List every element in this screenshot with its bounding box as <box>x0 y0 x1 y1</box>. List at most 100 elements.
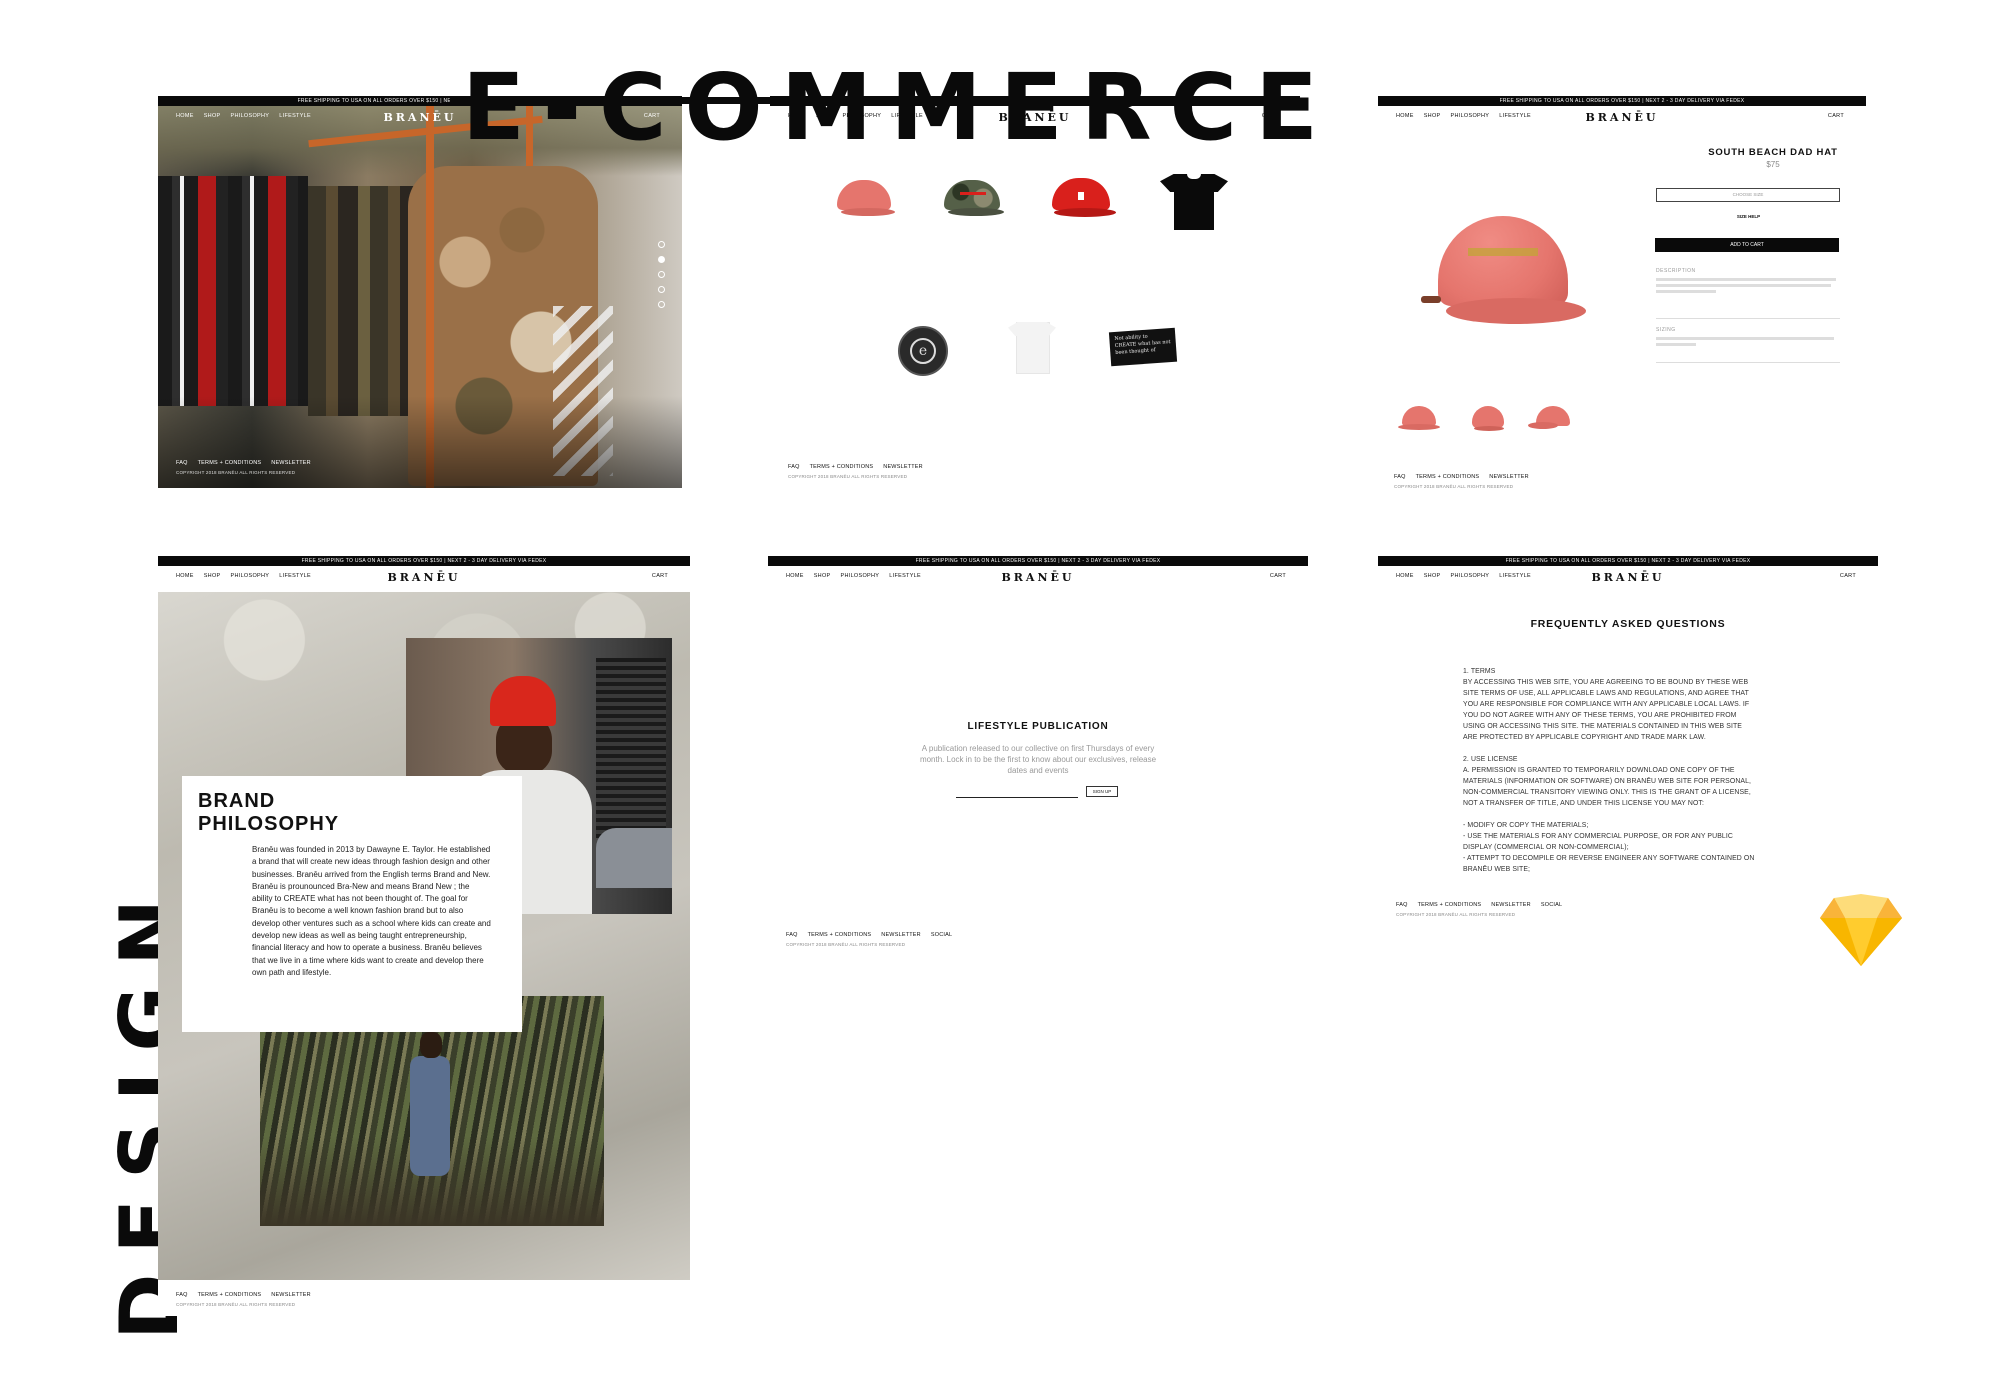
footer-faq[interactable]: FAQ <box>176 460 188 466</box>
philosophy-body: Branēu was founded in 2013 by Dawayne E.… <box>252 845 491 977</box>
faq-panel: FREE SHIPPING TO USA ON ALL ORDERS OVER … <box>1378 556 1878 926</box>
cart-link[interactable]: CART <box>1840 573 1856 579</box>
faq-copyright: COPYRIGHT 2018 BRANĒU ALL RIGHTS RESERVE… <box>1396 912 1516 917</box>
brand-logo[interactable]: BRANĒU <box>1378 111 1866 124</box>
home-copyright: COPYRIGHT 2018 BRANĒU ALL RIGHTS RESERVE… <box>176 470 296 475</box>
add-to-cart-button[interactable]: ADD TO CART <box>1655 238 1839 252</box>
carousel-dot[interactable] <box>658 256 665 263</box>
footer-faq[interactable]: FAQ <box>1394 474 1406 480</box>
footer-newsletter[interactable]: NEWSLETTER <box>1489 474 1529 480</box>
footer-terms[interactable]: TERMS + CONDITIONS <box>198 460 262 466</box>
product-main-image <box>1416 206 1596 346</box>
footer-faq[interactable]: FAQ <box>788 464 800 470</box>
shop-copyright: COPYRIGHT 2018 BRANĒU ALL RIGHTS RESERVE… <box>788 474 908 479</box>
product-pink-hat[interactable] <box>835 180 895 220</box>
lifestyle-body: A publication released to our collective… <box>919 744 1157 775</box>
product-red-hat[interactable] <box>1050 178 1116 220</box>
title-strike-line <box>450 97 1300 104</box>
footer-faq[interactable]: FAQ <box>786 932 798 938</box>
faq-line: USING OR ACCESSING THIS SITE. THE MATERI… <box>1463 723 1742 730</box>
footer-terms[interactable]: TERMS + CONDITIONS <box>1416 474 1480 480</box>
carousel-dot[interactable] <box>658 271 665 278</box>
philosophy-heading-line1: BRAND <box>198 790 276 812</box>
footer-faq[interactable]: FAQ <box>1396 902 1408 908</box>
signup-button[interactable]: SIGN UP <box>1086 786 1118 797</box>
product-thumbnail[interactable] <box>1470 406 1506 432</box>
footer-faq[interactable]: FAQ <box>176 1292 188 1298</box>
footer-newsletter[interactable]: NEWSLETTER <box>271 460 311 466</box>
product-thumbnail[interactable] <box>1528 406 1572 432</box>
description-text <box>1656 278 1840 296</box>
lifestyle-heading: LIFESTYLE PUBLICATION <box>967 721 1109 732</box>
faq-line: 1. TERMS <box>1463 668 1496 675</box>
size-help-link[interactable]: SIZE HELP <box>1656 214 1841 219</box>
shipping-bar: FREE SHIPPING TO USA ON ALL ORDERS OVER … <box>1378 556 1878 566</box>
product-nav: HOME SHOP PHILOSOPHY LIFESTYLE BRANĒU CA… <box>1378 110 1866 124</box>
ecommerce-title: E-COMMERCE <box>462 54 1336 161</box>
carousel-dot[interactable] <box>658 241 665 248</box>
footer-social[interactable]: SOCIAL <box>931 932 952 938</box>
product-copyright: COPYRIGHT 2018 BRANĒU ALL RIGHTS RESERVE… <box>1394 484 1514 489</box>
product-pin-badge[interactable]: e <box>898 326 948 376</box>
product-title: SOUTH BEACH DAD HAT <box>1708 147 1838 158</box>
home-footer-links: FAQ TERMS + CONDITIONS NEWSLETTER <box>176 460 311 466</box>
faq-line: - ATTEMPT TO DECOMPILE OR REVERSE ENGINE… <box>1463 855 1755 862</box>
footer-terms[interactable]: TERMS + CONDITIONS <box>810 464 874 470</box>
philosophy-footer-links: FAQ TERMS + CONDITIONS NEWSLETTER <box>176 1292 311 1298</box>
shop-footer-links: FAQ TERMS + CONDITIONS NEWSLETTER <box>788 464 923 470</box>
footer-newsletter[interactable]: NEWSLETTER <box>271 1292 311 1298</box>
product-price: $75 <box>1766 160 1780 169</box>
faq-line: SITE TERMS OF USE, ALL APPLICABLE LAWS A… <box>1463 690 1749 697</box>
size-select[interactable]: CHOOSE SIZE <box>1656 188 1840 202</box>
faq-line: MATERIALS (INFORMATION OR SOFTWARE) ON B… <box>1463 778 1752 785</box>
faq-line: BY ACCESSING THIS WEB SITE, YOU ARE AGRE… <box>1463 679 1749 686</box>
philosophy-card: BRAND PHILOSOPHY Branēu was founded in 2… <box>182 776 522 1032</box>
faq-line: NON-COMMERCIAL TRANSITORY VIEWING ONLY. … <box>1463 789 1751 796</box>
faq-line: BRANĒU WEB SITE; <box>1463 866 1531 873</box>
faq-line: ARE PROTECTED BY APPLICABLE COPYRIGHT AN… <box>1463 734 1706 741</box>
carousel-dot[interactable] <box>658 301 665 308</box>
product-thumbnail[interactable] <box>1398 406 1440 432</box>
cart-link[interactable]: CART <box>1828 113 1844 119</box>
lifestyle-footer-links: FAQ TERMS + CONDITIONS NEWSLETTER SOCIAL <box>786 932 952 938</box>
faq-line: 2. USE LICENSE <box>1463 756 1518 763</box>
brand-logo[interactable]: BRANĒU <box>1378 571 1878 584</box>
lifestyle-panel: FREE SHIPPING TO USA ON ALL ORDERS OVER … <box>768 556 1308 956</box>
footer-newsletter[interactable]: NEWSLETTER <box>881 932 921 938</box>
sizing-label: SIZING <box>1656 327 1676 333</box>
lifestyle-nav: HOME SHOP PHILOSOPHY LIFESTYLE BRANĒU CA… <box>768 570 1308 584</box>
brand-logo[interactable]: BRANĒU <box>768 571 1308 584</box>
footer-terms[interactable]: TERMS + CONDITIONS <box>1418 902 1482 908</box>
faq-line: - USE THE MATERIALS FOR ANY COMMERCIAL P… <box>1463 833 1733 840</box>
shipping-bar: FREE SHIPPING TO USA ON ALL ORDERS OVER … <box>1378 96 1866 106</box>
faq-heading: FREQUENTLY ASKED QUESTIONS <box>1530 618 1726 630</box>
newsletter-email-input[interactable] <box>956 789 1078 798</box>
footer-terms[interactable]: TERMS + CONDITIONS <box>198 1292 262 1298</box>
lifestyle-copyright: COPYRIGHT 2018 BRANĒU ALL RIGHTS RESERVE… <box>786 942 906 947</box>
faq-footer-links: FAQ TERMS + CONDITIONS NEWSLETTER SOCIAL <box>1396 902 1562 908</box>
footer-newsletter[interactable]: NEWSLETTER <box>883 464 923 470</box>
sizing-text <box>1656 337 1840 349</box>
cart-link[interactable]: CART <box>652 573 668 579</box>
shipping-bar: FREE SHIPPING TO USA ON ALL ORDERS OVER … <box>158 556 690 566</box>
shipping-bar: FREE SHIPPING TO USA ON ALL ORDERS OVER … <box>768 556 1308 566</box>
product-white-tee[interactable] <box>1008 318 1056 374</box>
product-patch[interactable]: Not ability to CREATE what has not been … <box>1108 327 1178 367</box>
faq-nav: HOME SHOP PHILOSOPHY LIFESTYLE BRANĒU CA… <box>1378 570 1878 584</box>
footer-terms[interactable]: TERMS + CONDITIONS <box>808 932 872 938</box>
description-label: DESCRIPTION <box>1656 268 1696 274</box>
hero-photo <box>158 106 682 488</box>
carousel-dot[interactable] <box>658 286 665 293</box>
brand-logo[interactable]: BRANĒU <box>158 571 690 584</box>
faq-body: 1. TERMS BY ACCESSING THIS WEB SITE, YOU… <box>1463 666 1803 875</box>
philosophy-heading-line2: PHILOSOPHY <box>198 813 340 835</box>
philosophy-panel: FREE SHIPPING TO USA ON ALL ORDERS OVER … <box>158 556 690 1316</box>
patch-text: Not ability to CREATE what has not been … <box>1114 333 1171 356</box>
product-black-tee[interactable] <box>1160 168 1228 230</box>
footer-social[interactable]: SOCIAL <box>1541 902 1562 908</box>
footer-newsletter[interactable]: NEWSLETTER <box>1491 902 1531 908</box>
philosophy-nav: HOME SHOP PHILOSOPHY LIFESTYLE BRANĒU CA… <box>158 570 690 584</box>
faq-line: - MODIFY OR COPY THE MATERIALS; <box>1463 822 1589 829</box>
cart-link[interactable]: CART <box>1270 573 1286 579</box>
product-camo-hat[interactable] <box>942 180 1004 220</box>
